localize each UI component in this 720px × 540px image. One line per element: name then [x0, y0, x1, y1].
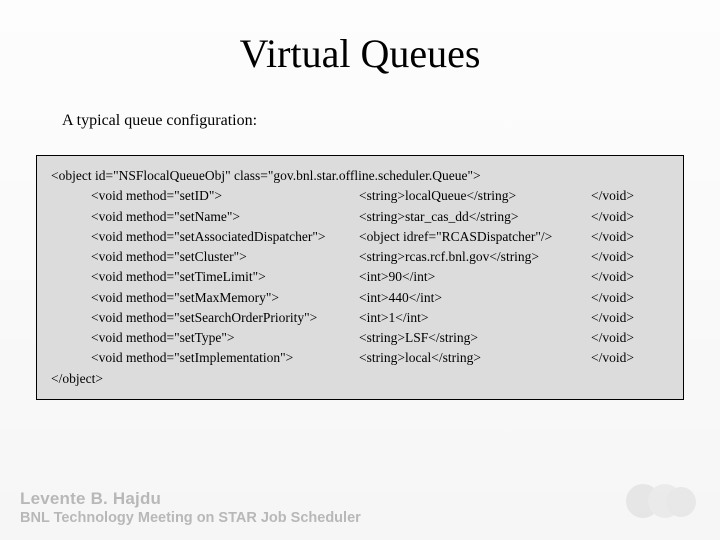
code-value: <int>1</int> [359, 308, 591, 328]
code-row: <void method="setAssociatedDispatcher"><… [51, 227, 669, 247]
code-value: <string>localQueue</string> [359, 186, 591, 206]
code-close-tag: </void> [591, 207, 634, 227]
code-close-tag: </void> [591, 348, 634, 368]
code-value: <string>rcas.rcf.bnl.gov</string> [359, 247, 591, 267]
code-value: <object idref="RCASDispatcher"/> [359, 227, 591, 247]
code-value: <string>LSF</string> [359, 328, 591, 348]
code-method: <void method="setImplementation"> [91, 348, 359, 368]
footer-author: Levente B. Hajdu [20, 489, 420, 509]
ppdg-logo [626, 484, 698, 526]
code-row: <void method="setName"><string>star_cas_… [51, 207, 669, 227]
code-close-tag: </void> [591, 328, 634, 348]
code-close-tag: </void> [591, 288, 634, 308]
code-value: <int>90</int> [359, 267, 591, 287]
code-row: <void method="setImplementation"><string… [51, 348, 669, 368]
code-close-tag: </void> [591, 267, 634, 287]
code-value: <int>440</int> [359, 288, 591, 308]
code-method: <void method="setCluster"> [91, 247, 359, 267]
code-method: <void method="setMaxMemory"> [91, 288, 359, 308]
slide: Virtual Queues A typical queue configura… [0, 0, 720, 540]
code-value: <string>star_cas_dd</string> [359, 207, 591, 227]
code-block: <object id="NSFlocalQueueObj" class="gov… [36, 155, 684, 400]
code-row: <void method="setMaxMemory"><int>440</in… [51, 288, 669, 308]
code-open: <object id="NSFlocalQueueObj" class="gov… [51, 166, 669, 186]
code-method: <void method="setType"> [91, 328, 359, 348]
code-row: <void method="setTimeLimit"><int>90</int… [51, 267, 669, 287]
code-method: <void method="setAssociatedDispatcher"> [91, 227, 359, 247]
code-method: <void method="setSearchOrderPriority"> [91, 308, 359, 328]
code-row: <void method="setSearchOrderPriority"><i… [51, 308, 669, 328]
code-close-tag: </void> [591, 247, 634, 267]
footer-meeting: BNL Technology Meeting on STAR Job Sched… [20, 510, 420, 526]
code-value: <string>local</string> [359, 348, 591, 368]
page-title: Virtual Queues [0, 30, 720, 77]
code-close: </object> [51, 369, 669, 389]
code-row: <void method="setID"><string>localQueue<… [51, 186, 669, 206]
code-row: <void method="setType"><string>LSF</stri… [51, 328, 669, 348]
code-method: <void method="setID"> [91, 186, 359, 206]
code-method: <void method="setTimeLimit"> [91, 267, 359, 287]
code-row: <void method="setCluster"><string>rcas.r… [51, 247, 669, 267]
code-close-tag: </void> [591, 227, 634, 247]
code-close-tag: </void> [591, 186, 634, 206]
code-close-tag: </void> [591, 308, 634, 328]
code-method: <void method="setName"> [91, 207, 359, 227]
subtitle: A typical queue configuration: [62, 112, 257, 130]
footer: Levente B. Hajdu BNL Technology Meeting … [20, 489, 420, 526]
